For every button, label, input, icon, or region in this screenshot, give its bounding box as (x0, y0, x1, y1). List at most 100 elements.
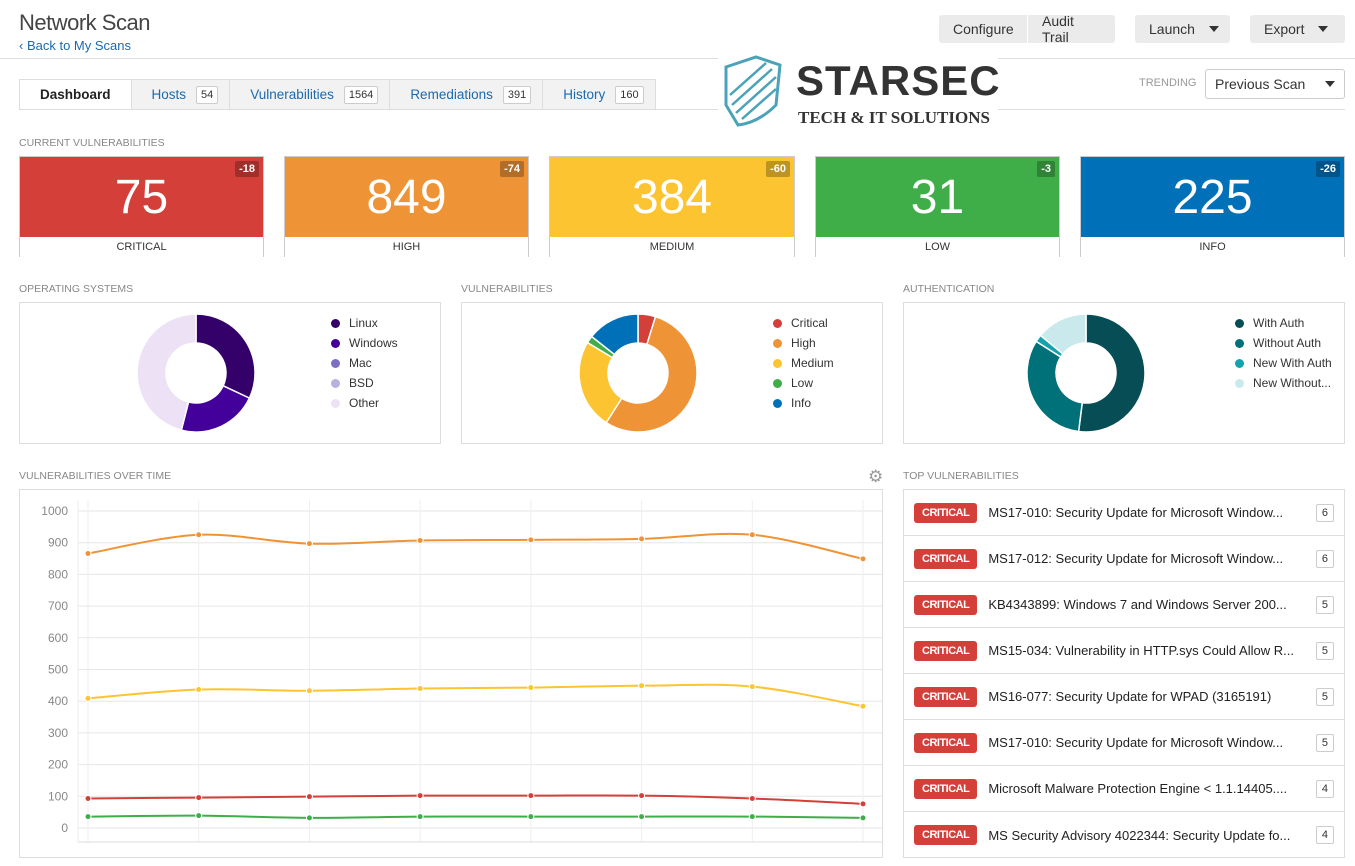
gear-icon[interactable]: ⚙ (868, 467, 883, 487)
vulnerability-row[interactable]: CRITICAL MS16-077: Security Update for WP… (904, 674, 1344, 720)
host-count: 5 (1315, 641, 1334, 660)
legend-dot-icon (331, 318, 340, 328)
data-point[interactable] (416, 792, 424, 800)
donut-slice-with-auth[interactable] (1077, 313, 1146, 433)
legend-item[interactable]: Info (773, 393, 834, 413)
data-point[interactable] (859, 800, 867, 808)
data-point[interactable] (527, 536, 535, 544)
section-title: CURRENT VULNERABILITIES (19, 137, 165, 149)
tab-remediations[interactable]: Remediations 391 (390, 79, 544, 110)
legend-item[interactable]: High (773, 333, 834, 353)
data-point[interactable] (416, 813, 424, 821)
data-point[interactable] (84, 549, 92, 557)
data-point[interactable] (527, 684, 535, 692)
legend-item[interactable]: Mac (331, 353, 398, 373)
legend-item[interactable]: Low (773, 373, 834, 393)
data-point[interactable] (195, 812, 203, 820)
legend-label: New Without... (1253, 376, 1332, 390)
severity-card-high[interactable]: 849 -74 HIGH (284, 156, 529, 257)
data-point[interactable] (416, 536, 424, 544)
audit-trail-button[interactable]: Audit Trail (1028, 13, 1115, 45)
legend-label: Other (349, 396, 380, 410)
data-point[interactable] (305, 540, 313, 548)
data-point[interactable] (84, 813, 92, 821)
configure-button[interactable]: Configure (939, 15, 1027, 43)
tab-bar: Dashboard Hosts 54 Vulnerabilities 1564 Re… (19, 79, 656, 110)
back-link[interactable]: ‹ Back to My Scans (19, 38, 131, 53)
y-tick-label: 900 (48, 536, 68, 550)
vulnerability-row[interactable]: CRITICAL MS Security Advisory 4022344: Se… (904, 812, 1344, 858)
data-point[interactable] (195, 685, 203, 693)
data-point[interactable] (84, 795, 92, 803)
severity-card-critical[interactable]: 75 -18 CRITICAL (19, 156, 264, 257)
trending-select[interactable]: Previous Scan (1205, 69, 1345, 99)
vulnerability-row[interactable]: CRITICAL Microsoft Malware Protection Eng… (904, 766, 1344, 812)
data-point[interactable] (305, 687, 313, 695)
severity-card-low[interactable]: 31 -3 LOW (815, 156, 1060, 257)
vulnerability-row[interactable]: CRITICAL MS17-010: Security Update for Mi… (904, 490, 1344, 536)
card-delta: -60 (766, 161, 790, 177)
severity-card-medium[interactable]: 384 -60 MEDIUM (549, 156, 795, 257)
data-point[interactable] (638, 792, 646, 800)
legend-item[interactable]: Other (331, 393, 398, 413)
vulnerability-row[interactable]: CRITICAL MS15-034: Vulnerability in HTTP.… (904, 628, 1344, 674)
data-point[interactable] (195, 794, 203, 802)
series-line[interactable] (87, 532, 864, 560)
data-point[interactable] (527, 813, 535, 821)
data-point[interactable] (638, 535, 646, 543)
vulnerability-name: MS15-034: Vulnerability in HTTP.sys Coul… (988, 643, 1294, 658)
shield-logo-icon (724, 55, 782, 127)
data-point[interactable] (748, 531, 756, 539)
data-point[interactable] (748, 683, 756, 691)
data-point[interactable] (859, 702, 867, 710)
vulnerability-row[interactable]: CRITICAL MS17-010: Security Update for Mi… (904, 720, 1344, 766)
section-title: VULNERABILITIES (461, 283, 553, 295)
data-point[interactable] (638, 813, 646, 821)
data-point[interactable] (638, 682, 646, 690)
data-point[interactable] (84, 694, 92, 702)
series-line[interactable] (87, 683, 864, 708)
severity-badge: CRITICAL (914, 640, 978, 661)
data-point[interactable] (305, 814, 313, 822)
tab-hosts[interactable]: Hosts 54 (131, 79, 231, 110)
y-tick-label: 200 (48, 758, 68, 772)
launch-button[interactable]: Launch (1135, 15, 1230, 43)
data-point[interactable] (859, 814, 867, 822)
severity-badge: CRITICAL (914, 548, 978, 569)
legend-label: Mac (349, 356, 372, 370)
donut-slice-linux[interactable] (195, 313, 256, 400)
legend-item[interactable]: New With Auth (1235, 353, 1332, 373)
data-point[interactable] (195, 531, 203, 539)
vulnerability-row[interactable]: CRITICAL MS17-012: Security Update for Mi… (904, 536, 1344, 582)
legend-item[interactable]: BSD (331, 373, 398, 393)
host-count: 5 (1315, 595, 1334, 614)
donut-slice-windows[interactable] (180, 384, 251, 433)
data-point[interactable] (748, 813, 756, 821)
data-point[interactable] (305, 793, 313, 801)
tab-dashboard[interactable]: Dashboard (19, 79, 132, 110)
donut-slice-without-auth[interactable] (1026, 340, 1084, 433)
data-point[interactable] (416, 685, 424, 693)
series-line[interactable] (87, 814, 864, 819)
card-delta: -18 (235, 161, 259, 177)
tab-vulnerabilities[interactable]: Vulnerabilities 1564 (230, 79, 391, 110)
legend-item[interactable]: Medium (773, 353, 834, 373)
legend-item[interactable]: Windows (331, 333, 398, 353)
card-value: 225 (1172, 170, 1253, 224)
data-point[interactable] (859, 555, 867, 563)
export-button[interactable]: Export (1250, 15, 1345, 43)
severity-card-info[interactable]: 225 -26 INFO (1080, 156, 1345, 257)
tab-count: 54 (196, 85, 219, 104)
legend-item[interactable]: New Without... (1235, 373, 1332, 393)
tab-history[interactable]: History 160 (543, 79, 656, 110)
legend-item[interactable]: Without Auth (1235, 333, 1332, 353)
data-point[interactable] (527, 792, 535, 800)
data-point[interactable] (748, 795, 756, 803)
legend-label: Low (791, 376, 814, 390)
vulnerability-name: MS17-012: Security Update for Microsoft … (988, 551, 1284, 566)
vulnerability-row[interactable]: CRITICAL KB4343899: Windows 7 and Windows… (904, 582, 1344, 628)
legend-item[interactable]: Critical (773, 313, 834, 333)
legend-item[interactable]: With Auth (1235, 313, 1332, 333)
legend-item[interactable]: Linux (331, 313, 398, 333)
legend-label: Without Auth (1253, 336, 1322, 350)
